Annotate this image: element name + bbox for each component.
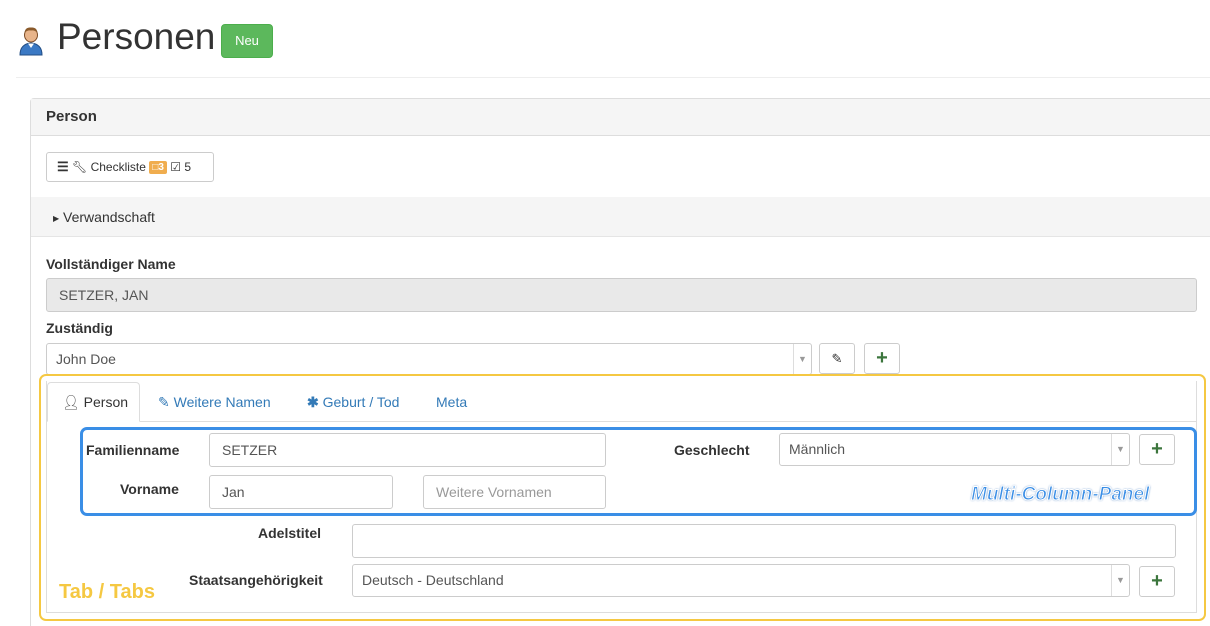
panel-heading: [31, 99, 1210, 136]
responsible-label: Zuständig: [46, 320, 113, 336]
responsible-value: John Doe: [56, 351, 116, 367]
new-button[interactable]: Neu: [221, 24, 273, 58]
wrench-icon: 🔧︎: [72, 160, 88, 174]
open-count-badge: □3: [149, 161, 167, 174]
menu-icon: ☰: [57, 159, 69, 174]
add-responsible-button[interactable]: +: [864, 343, 900, 374]
checklist-label: Checkliste: [90, 160, 146, 174]
responsible-select[interactable]: John Doe ▼: [46, 343, 812, 375]
full-name-field: SETZER, JAN: [46, 278, 1197, 312]
accordion-relations[interactable]: [31, 197, 1210, 237]
pencil-icon: ✎: [831, 351, 843, 366]
done-count: 5: [184, 160, 192, 174]
checklist-button[interactable]: ☰ 🔧︎ Checkliste □3 ☑ 5: [46, 152, 214, 182]
panel-title: Person: [46, 108, 97, 125]
accordion-relations-label[interactable]: ▶ Verwandschaft: [53, 209, 155, 225]
multi-column-annotation-label: Multi-Column-Panel: [970, 484, 1150, 506]
full-name-label: Vollständiger Name: [46, 256, 176, 272]
page-title: Personen: [57, 16, 216, 57]
plus-icon: +: [876, 347, 888, 369]
tabs-annotation-label: Tab / Tabs: [59, 581, 155, 603]
badge-count: 3: [158, 162, 164, 173]
edit-responsible-button[interactable]: ✎: [819, 343, 855, 374]
chevron-down-icon: ▼: [793, 344, 811, 374]
checkbox-icon: ☑: [170, 160, 181, 174]
caret-right-icon: ▶: [53, 214, 60, 223]
header-divider: [16, 77, 1210, 78]
person-icon: [18, 26, 44, 56]
accordion-title: Verwandschaft: [63, 209, 155, 225]
